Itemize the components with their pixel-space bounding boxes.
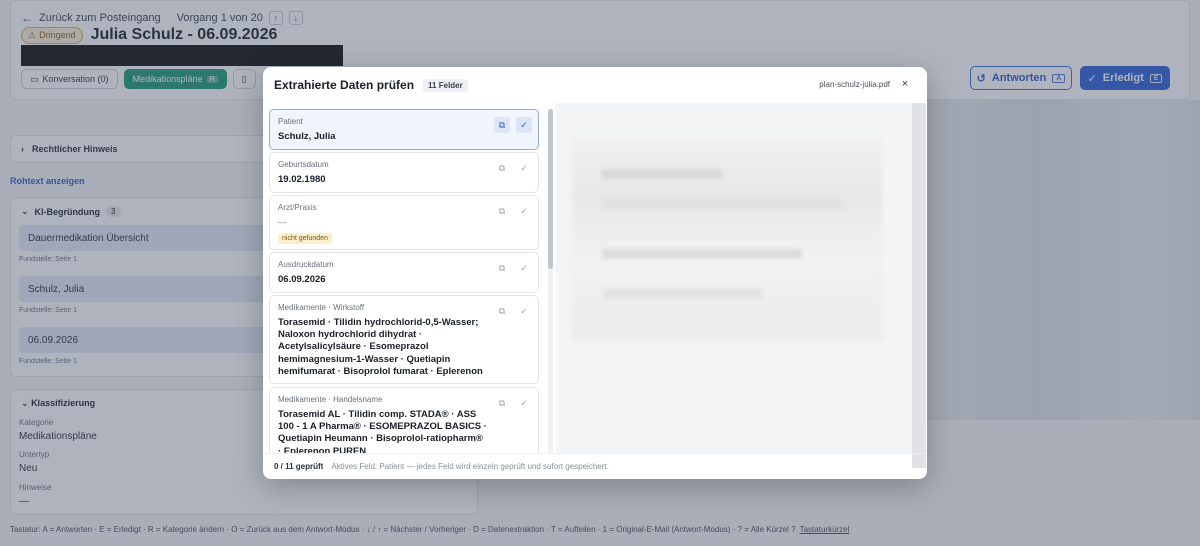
copy-icon[interactable]: ⧉ [494, 395, 510, 411]
copy-icon[interactable]: ⧉ [494, 117, 510, 133]
field-card-active-ingredient[interactable]: Medikamente · Wirkstoff Torasemid · Tili… [269, 295, 539, 384]
copy-icon[interactable]: ⧉ [494, 303, 510, 319]
check-icon[interactable]: ✓ [516, 395, 532, 411]
file-name: plan-schulz-julia.pdf [819, 80, 890, 89]
copy-icon[interactable]: ⧉ [494, 203, 510, 219]
field-count-badge: 11 Felder [423, 78, 468, 92]
field-card-doctor[interactable]: Arzt/Praxis — nicht gefunden ⧉ ✓ [269, 195, 539, 250]
check-icon[interactable]: ✓ [516, 117, 532, 133]
field-card-print-date[interactable]: Ausdruckdatum 06.09.2026 ⧉ ✓ [269, 252, 539, 293]
field-list-scrollbar[interactable] [548, 109, 553, 453]
review-progress: 0 / 11 geprüft [274, 462, 324, 471]
check-icon[interactable]: ✓ [516, 303, 532, 319]
copy-icon[interactable]: ⧉ [494, 260, 510, 276]
field-card-birthdate[interactable]: Geburtsdatum 19.02.1980 ⧉ ✓ [269, 152, 539, 193]
dialog-title: Extrahierte Daten prüfen [274, 78, 415, 92]
preview-scrollbar[interactable] [912, 103, 926, 468]
check-icon[interactable]: ✓ [516, 203, 532, 219]
scroll-thumb[interactable] [548, 109, 553, 269]
pdf-page-blurred [572, 139, 882, 339]
copy-icon[interactable]: ⧉ [494, 160, 510, 176]
not-found-badge: nicht gefunden [278, 233, 332, 244]
field-card-patient[interactable]: Patient Schulz, Julia ⧉ ✓ [269, 109, 539, 150]
footer-note: Aktives Feld: Patient — jedes Feld wird … [331, 462, 609, 471]
field-list[interactable]: Patient Schulz, Julia ⧉ ✓ Geburtsdatum 1… [269, 109, 545, 453]
close-icon[interactable]: × [898, 77, 912, 91]
pdf-preview[interactable] [556, 103, 926, 468]
check-icon[interactable]: ✓ [516, 260, 532, 276]
extracted-data-dialog: Extrahierte Daten prüfen 11 Felder plan-… [263, 67, 927, 479]
check-icon[interactable]: ✓ [516, 160, 532, 176]
field-card-trade-name[interactable]: Medikamente · Handelsname Torasemid AL ·… [269, 387, 539, 453]
